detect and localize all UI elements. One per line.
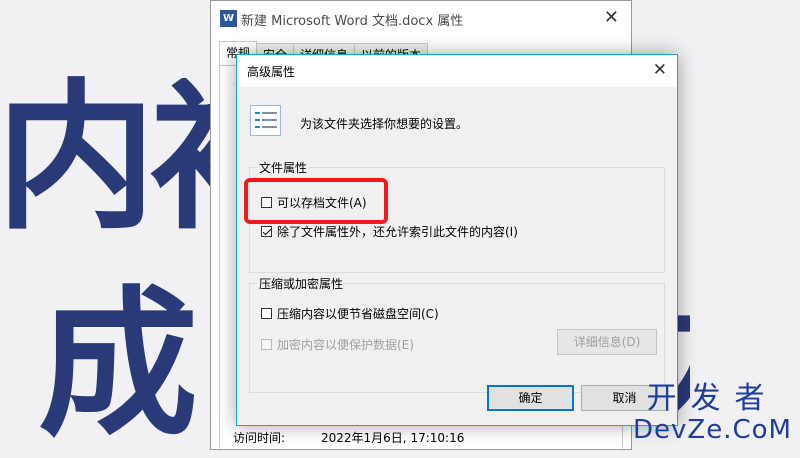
watermark-top-text: 开发者 — [646, 381, 779, 416]
watermark-bottom-text: DevZe.CoM — [633, 415, 792, 445]
ok-button[interactable]: 确定 — [487, 385, 574, 411]
compress-encrypt-title: 压缩或加密属性 — [257, 275, 346, 292]
compress-checkbox-label: 压缩内容以便节省磁盘空间(C) — [277, 307, 439, 321]
details-button: 详细信息(D) — [557, 329, 657, 355]
encrypt-checkbox-label: 加密内容以便保护数据(E) — [277, 338, 414, 352]
close-icon[interactable]: ✕ — [604, 7, 619, 28]
advanced-attributes-dialog: 高级属性 ✕ 为该文件夹选择你想要的设置。 文件属性 可以存档文件(A) 除了文… — [236, 54, 678, 426]
background-char: 内 — [0, 64, 157, 251]
index-checkbox[interactable] — [261, 226, 272, 237]
word-document-icon: W — [220, 10, 237, 27]
properties-titlebar: W 新建 Microsoft Word 文档.docx 属性 ✕ — [211, 1, 631, 37]
background-char: 衫 — [150, 78, 214, 238]
dialog-title: 高级属性 — [247, 65, 296, 79]
access-time-label: 访问时间: — [233, 431, 286, 445]
dialog-body: 为该文件夹选择你想要的设置。 文件属性 可以存档文件(A) 除了文件属性外，还允… — [237, 87, 677, 425]
index-checkbox-label: 除了文件属性外，还允许索引此文件的内容(I) — [277, 225, 518, 239]
compress-checkbox[interactable] — [261, 308, 272, 319]
encrypt-checkbox — [261, 339, 272, 350]
close-icon[interactable]: ✕ — [653, 60, 667, 80]
index-checkbox-row[interactable]: 除了文件属性外，还允许索引此文件的内容(I) — [261, 223, 518, 240]
watermark-logo: 开发者 DevZe.CoM — [633, 381, 792, 445]
encrypt-checkbox-row: 加密内容以便保护数据(E) — [261, 336, 414, 353]
properties-window-title: 新建 Microsoft Word 文档.docx 属性 — [241, 14, 464, 29]
dialog-instruction: 为该文件夹选择你想要的设置。 — [300, 117, 469, 131]
dialog-titlebar: 高级属性 ✕ — [237, 55, 677, 87]
highlight-box — [244, 178, 388, 224]
file-attributes-title: 文件属性 — [257, 159, 310, 176]
background-char: 成 — [38, 271, 199, 458]
checklist-icon — [250, 105, 281, 136]
compress-checkbox-row[interactable]: 压缩内容以便节省磁盘空间(C) — [261, 305, 439, 322]
access-time-value: 2022年1月6日, 17:10:16 — [321, 431, 465, 445]
